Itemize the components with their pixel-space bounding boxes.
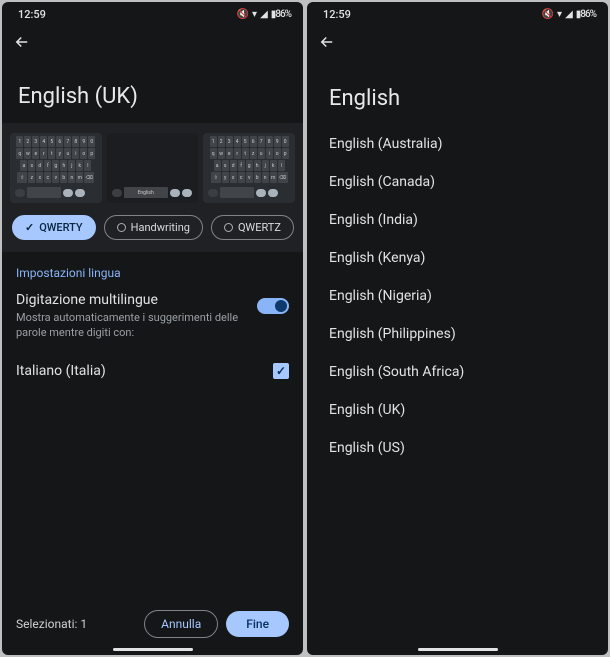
selected-count: Selezionati: 1 xyxy=(16,617,136,631)
page-title: English xyxy=(307,62,608,121)
footer: Selezionati: 1 Annulla Fine xyxy=(2,600,303,644)
multilingual-switch[interactable] xyxy=(257,298,289,314)
checkbox-icon[interactable]: ✓ xyxy=(273,363,289,379)
nav-handle[interactable] xyxy=(418,648,498,651)
lang-item-australia[interactable]: English (Australia) xyxy=(307,125,608,163)
page-title: English (UK) xyxy=(2,62,303,123)
kb-preview-qwerty[interactable]: 1234567890 qwertyuiop asdfghjkl ⇧zxcvbnm… xyxy=(10,133,102,203)
check-icon: ✓ xyxy=(25,221,34,234)
setting-title: Digitazione multilingue xyxy=(16,292,247,308)
battery-icon: ▮86% xyxy=(271,9,291,20)
clock: 12:59 xyxy=(323,8,351,21)
statusbar: 12:59 🔇 ▾ ◢ ▮86% xyxy=(2,2,303,26)
radio-icon xyxy=(117,223,126,232)
back-button[interactable] xyxy=(317,32,337,52)
done-button[interactable]: Fine xyxy=(226,611,289,637)
chip-handwriting[interactable]: Handwriting xyxy=(104,215,203,240)
lang-item-india[interactable]: English (India) xyxy=(307,201,608,239)
clock: 12:59 xyxy=(18,8,46,21)
wifi-icon: ▾ xyxy=(252,9,256,20)
back-button[interactable] xyxy=(12,32,32,52)
kb-preview-qwertz[interactable]: 1234567890 qwertzuiop asdfghjkl ⇧yxcvbnm… xyxy=(203,133,295,203)
battery-icon: ▮86% xyxy=(576,9,596,20)
appbar xyxy=(307,26,608,62)
chip-label: QWERTZ xyxy=(238,221,281,234)
lang-item-philippines[interactable]: English (Philippines) xyxy=(307,315,608,353)
lang-item-kenya[interactable]: English (Kenya) xyxy=(307,239,608,277)
language-italian[interactable]: Italiano (Italia) ✓ xyxy=(2,351,303,391)
mute-icon: 🔇 xyxy=(542,9,553,20)
chip-qwerty[interactable]: ✓ QWERTY xyxy=(12,215,96,240)
cancel-button[interactable]: Annulla xyxy=(144,610,218,638)
keyboard-previews: 1234567890 qwertyuiop asdfghjkl ⇧zxcvbnm… xyxy=(2,123,303,203)
right-screen: 12:59 🔇 ▾ ◢ ▮86% English English (Austra… xyxy=(307,2,608,655)
lang-item-nigeria[interactable]: English (Nigeria) xyxy=(307,277,608,315)
chip-label: Handwriting xyxy=(131,221,190,234)
mute-icon: 🔇 xyxy=(237,9,248,20)
chip-label: QWERTY xyxy=(39,221,82,234)
radio-icon xyxy=(224,223,233,232)
lang-item-southafrica[interactable]: English (South Africa) xyxy=(307,353,608,391)
language-list: English (Australia) English (Canada) Eng… xyxy=(307,121,608,471)
left-screen: 12:59 🔇 ▾ ◢ ▮86% English (UK) 1234567890… xyxy=(2,2,303,655)
signal-icon: ◢ xyxy=(565,9,572,20)
statusbar: 12:59 🔇 ▾ ◢ ▮86% xyxy=(307,2,608,26)
kb-preview-handwriting[interactable]: English xyxy=(107,133,199,203)
setting-subtitle: Mostra automaticamente i suggerimenti de… xyxy=(16,311,247,341)
status-icons: 🔇 ▾ ◢ ▮86% xyxy=(237,9,291,20)
wifi-icon: ▾ xyxy=(557,9,561,20)
layout-chips: ✓ QWERTY Handwriting QWERTZ xyxy=(2,203,303,252)
status-icons: 🔇 ▾ ◢ ▮86% xyxy=(542,9,596,20)
appbar xyxy=(2,26,303,62)
language-label: Italiano (Italia) xyxy=(16,363,273,379)
signal-icon: ◢ xyxy=(260,9,267,20)
lang-item-canada[interactable]: English (Canada) xyxy=(307,163,608,201)
nav-handle[interactable] xyxy=(113,648,193,651)
section-label: Impostazioni lingua xyxy=(2,252,303,288)
multilingual-setting[interactable]: Digitazione multilingue Mostra automatic… xyxy=(2,288,303,351)
lang-item-uk[interactable]: English (UK) xyxy=(307,391,608,429)
chip-qwertz[interactable]: QWERTZ xyxy=(211,215,294,240)
lang-item-us[interactable]: English (US) xyxy=(307,429,608,467)
